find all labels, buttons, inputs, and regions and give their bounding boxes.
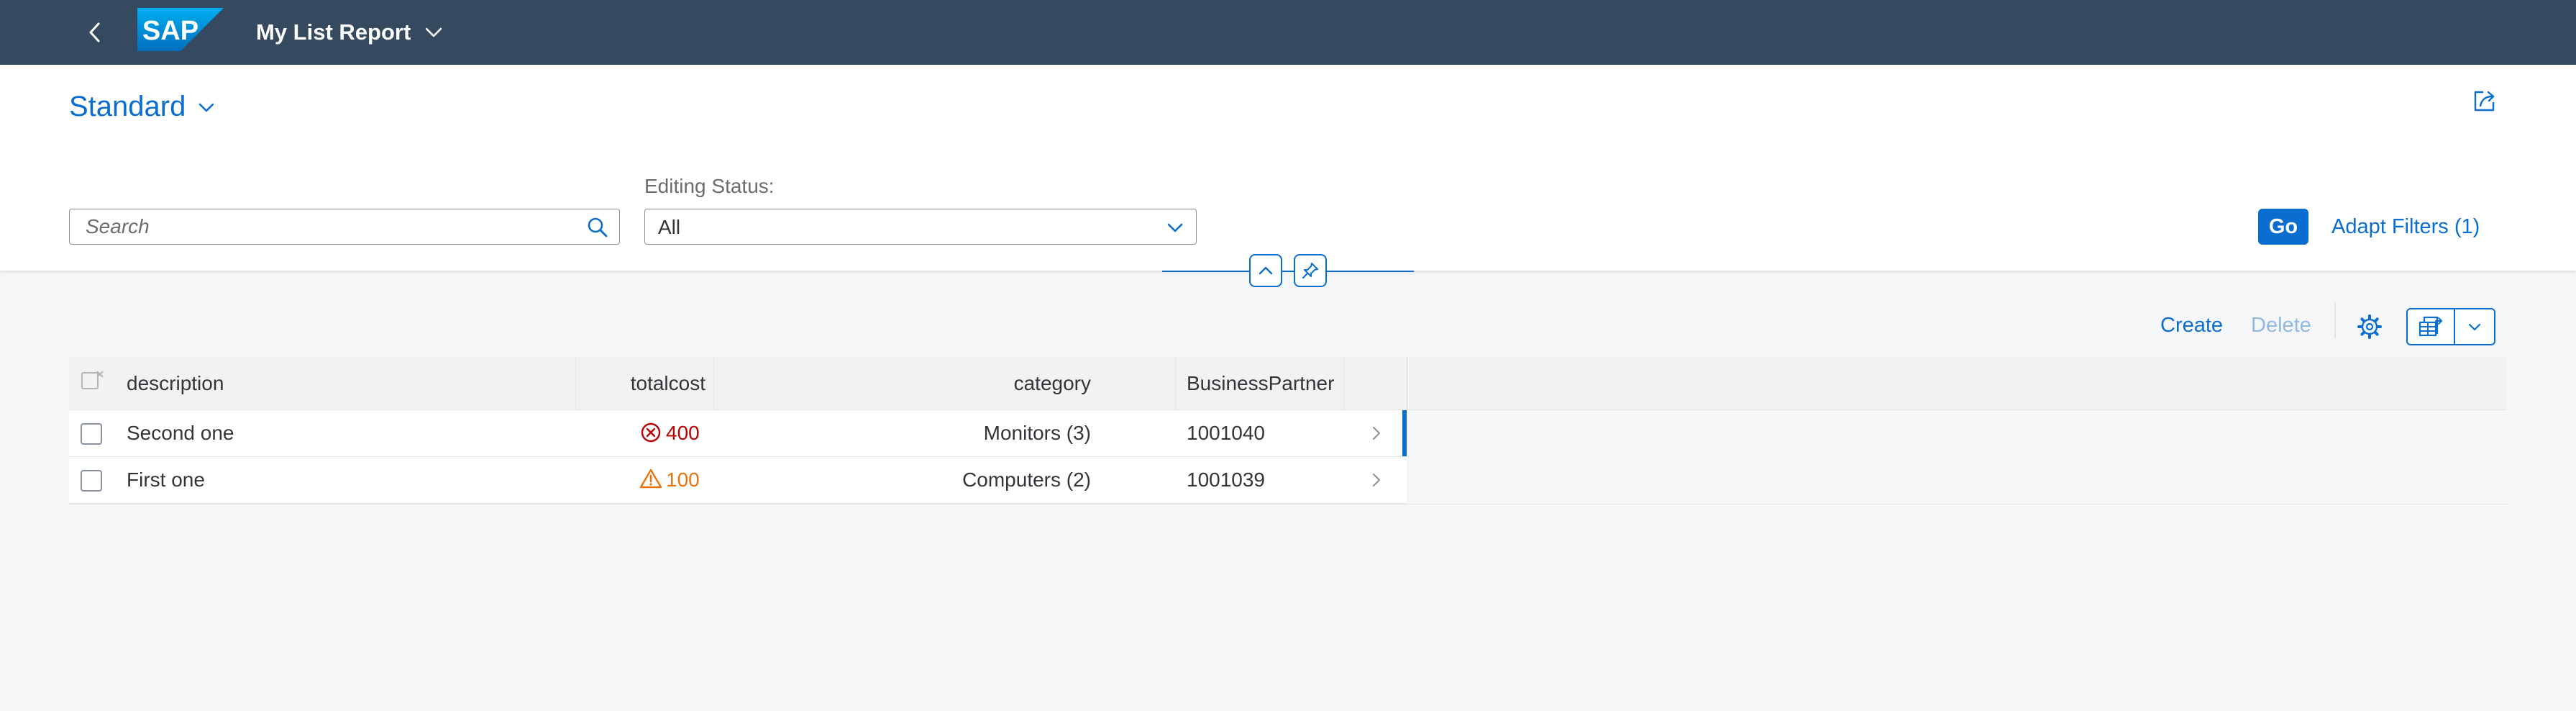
column-divider bbox=[1175, 357, 1176, 410]
share-icon[interactable] bbox=[2470, 86, 2499, 115]
row-checkbox[interactable] bbox=[81, 470, 102, 492]
cell-category: Monitors (3) bbox=[983, 422, 1091, 444]
delete-button[interactable]: Delete bbox=[2251, 311, 2311, 340]
go-button[interactable]: Go bbox=[2258, 209, 2308, 245]
header-divider bbox=[1162, 271, 1414, 272]
row-checkbox[interactable] bbox=[81, 423, 102, 445]
cell-category: Computers (2) bbox=[962, 468, 1091, 491]
editing-status-value: All bbox=[658, 216, 681, 238]
sap-logo[interactable]: SAP bbox=[137, 8, 224, 51]
collapse-header-button[interactable] bbox=[1249, 254, 1282, 287]
cell-totalcost: 400 bbox=[666, 422, 700, 444]
gear-icon[interactable] bbox=[2355, 312, 2385, 342]
filter-header: Standard Editing Status: All Go Adapt Fi… bbox=[0, 65, 2576, 271]
table-row[interactable]: Second one 400 Monitors (3) 1001040 bbox=[69, 410, 1407, 457]
search-field[interactable] bbox=[69, 209, 620, 245]
shell-bar: SAP My List Report bbox=[0, 0, 2576, 65]
editing-status-label: Editing Status: bbox=[644, 175, 775, 197]
pin-header-button[interactable] bbox=[1294, 254, 1327, 287]
create-button[interactable]: Create bbox=[2160, 311, 2223, 340]
column-header-category[interactable]: category bbox=[714, 357, 1091, 410]
column-header-totalcost[interactable]: totalcost bbox=[576, 357, 705, 410]
variant-selector[interactable]: Standard bbox=[69, 87, 186, 126]
adapt-filters-button[interactable]: Adapt Filters (1) bbox=[2331, 213, 2480, 240]
export-to-spreadsheet-icon bbox=[2419, 316, 2442, 337]
app-title[interactable]: My List Report bbox=[256, 17, 411, 47]
back-button[interactable] bbox=[81, 17, 109, 47]
column-header-description[interactable]: description bbox=[127, 357, 224, 410]
table-row[interactable]: First one 100 Computers (2) 1001039 bbox=[69, 457, 1407, 504]
column-divider bbox=[1343, 357, 1344, 410]
export-options-button[interactable] bbox=[2455, 309, 2494, 344]
editing-status-select[interactable]: All bbox=[644, 209, 1197, 245]
search-icon[interactable] bbox=[586, 216, 609, 239]
chevron-left-icon bbox=[89, 22, 100, 42]
chevron-down-icon bbox=[1167, 223, 1183, 232]
chevron-down-icon[interactable] bbox=[196, 96, 217, 118]
pin-icon bbox=[1302, 263, 1318, 278]
cell-businesspartner: 1001039 bbox=[1187, 468, 1266, 491]
search-input[interactable] bbox=[70, 209, 566, 244]
table-empty-area bbox=[1407, 410, 2507, 504]
cell-businesspartner: 1001040 bbox=[1187, 422, 1266, 444]
cell-description: Second one bbox=[127, 422, 234, 444]
cell-totalcost: 100 bbox=[666, 468, 700, 491]
warning-icon bbox=[639, 468, 662, 489]
chevron-right-icon[interactable] bbox=[1366, 423, 1387, 443]
deselect-all-icon[interactable] bbox=[81, 370, 104, 393]
chevron-up-icon bbox=[1259, 266, 1273, 275]
toolbar-separator bbox=[2334, 302, 2336, 338]
chevron-right-icon[interactable] bbox=[1366, 470, 1387, 490]
column-header-businesspartner[interactable]: BusinessPartner bbox=[1187, 357, 1334, 410]
export-split-button bbox=[2406, 308, 2495, 345]
cell-description: First one bbox=[127, 468, 205, 491]
table-header: description totalcost category BusinessP… bbox=[69, 357, 2507, 410]
logo-text: SAP bbox=[142, 16, 198, 46]
error-icon bbox=[641, 422, 661, 443]
chevron-down-icon[interactable] bbox=[423, 22, 444, 43]
export-button[interactable] bbox=[2408, 309, 2454, 344]
chevron-down-icon bbox=[2468, 323, 2481, 331]
